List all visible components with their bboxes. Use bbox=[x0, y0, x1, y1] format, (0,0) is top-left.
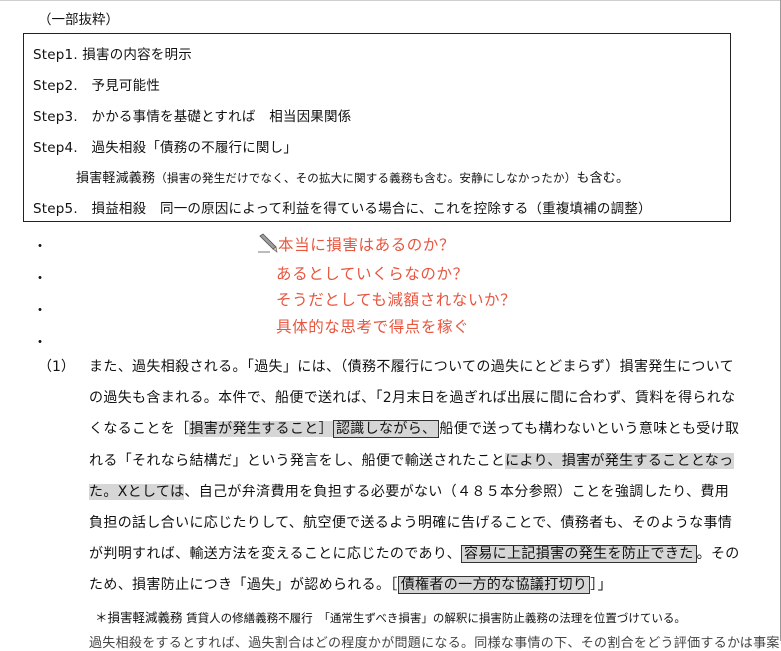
question-4: 具体的な思考で得点を稼ぐ bbox=[276, 318, 470, 336]
highlight-damage-result: により、損害が発生することとなっ bbox=[505, 453, 734, 469]
para-line-8: ため、損害防止につき「過失」が認められる。［ 債権者の一方的な協議打切り ］」 bbox=[89, 574, 612, 594]
boxed-unilateral-termination: 債権者の一方的な協議打切り bbox=[397, 576, 591, 594]
question-2: あるとしていくらなのか？ bbox=[276, 265, 469, 283]
footnote-label: ＊損害軽減義務 bbox=[95, 610, 183, 625]
boxed-recognition: 認識しながら、 bbox=[332, 420, 440, 438]
para-line-7: が判明すれば、輸送方法を変えることに応じたのであり、 容易に上記損害の発生を防止で… bbox=[89, 543, 740, 563]
step-2: Step2. 予見可能性 bbox=[33, 78, 161, 94]
para-line-8a: ため、損害防止につき「過失」が認められる。［ bbox=[89, 577, 398, 593]
para-line-8c: ］」 bbox=[590, 577, 612, 593]
para-line-2: の過失も含まれる。本件で、船便で送れば、「2月末日を過ぎれば出展に間に合わず、賃… bbox=[89, 390, 736, 406]
para-line-4a: れる「それなら結構だ」という発言をし、船便で輸送されたこと bbox=[89, 453, 506, 469]
step-5: Step5. 損益相殺 同一の原因によって利益を得ている場合に、これを控除する（… bbox=[33, 201, 652, 217]
para-line-6: 負担の話し合いに応じたりして、航空便で送るよう明確に告げることで、債務者も、その… bbox=[89, 515, 733, 531]
para-line-7a: が判明すれば、輸送方法を変えることに応じたのであり、 bbox=[89, 546, 461, 562]
top-border bbox=[0, 0, 781, 1]
para-line-5b: 、自己が弁済費用を負担する必要がない（４８５本分参照）ことを強調したり、費用 bbox=[184, 484, 730, 500]
para-line-3: くなることを［損害が発生すること］ 認識しながら、 船便で送っても構わないという意味… bbox=[89, 418, 739, 438]
cut-off-line: 過失相殺をするとすれば、過失割合はどの程度かが問題になる。同様な事情の下、その割… bbox=[89, 636, 781, 651]
bullet-point: ・ bbox=[33, 271, 47, 287]
footnote: ＊損害軽減義務 賃貸人の修繕義務不履行 「通常生ずべき損害」の解釈に損害防止義務… bbox=[95, 607, 686, 626]
mitigation-duty-paren: （損害の発生だけでなく、その拡大に関する義務も含む。安静にしなかったか） bbox=[155, 171, 577, 185]
highlight-damage-occurs: 損害が発生すること］ bbox=[189, 421, 333, 437]
excerpt-label: （一部抜粋） bbox=[38, 12, 119, 28]
pencil-icon bbox=[258, 233, 278, 253]
mitigation-duty-label: 損害軽減義務 bbox=[76, 171, 156, 186]
para-line-3d: 船便で送っても構わないという意味とも受け取 bbox=[439, 421, 740, 437]
para-line-3a: くなることを［ bbox=[89, 421, 190, 437]
para-line-4: れる「それなら結構だ」という発言をし、船便で輸送されたことにより、損害が発生する… bbox=[89, 450, 734, 470]
para-line-1: また、過失相殺される。「過失」には、（債務不履行についての過失にとどまらず）損害… bbox=[89, 359, 734, 375]
footnote-text: 賃貸人の修繕義務不履行 「通常生ずべき損害」の解釈に損害防止義務の法理を位置づけ… bbox=[182, 611, 686, 625]
question-1: 本当に損害はあるのか？ bbox=[278, 236, 456, 254]
para-line-7c: 。その bbox=[696, 546, 740, 562]
mitigation-duty-tail: も含む。 bbox=[576, 171, 630, 186]
paragraph-number: （1） bbox=[38, 359, 75, 375]
para-line-5: た。Xとしては、自己が弁済費用を負担する必要がない（４８５本分参照）ことを強調し… bbox=[89, 481, 729, 501]
boxed-easily-prevented: 容易に上記損害の発生を防止できた bbox=[460, 545, 697, 563]
bullet-point: ・ bbox=[33, 335, 47, 351]
question-3: そうだとしても減額されないか？ bbox=[276, 291, 517, 309]
bullet-point: ・ bbox=[33, 303, 47, 319]
steps-box: Step1. 損害の内容を明示 Step2. 予見可能性 Step3. かかる事… bbox=[23, 33, 731, 222]
step-4-sub: 損害軽減義務（損害の発生だけでなく、その拡大に関する義務も含む。安静にしなかった… bbox=[76, 167, 629, 186]
document-page: （一部抜粋） Step1. 損害の内容を明示 Step2. 予見可能性 Step… bbox=[0, 0, 781, 651]
step-3: Step3. かかる事情を基礎とすれば 相当因果関係 bbox=[33, 109, 352, 125]
highlight-x-as: た。Xとしては bbox=[89, 484, 185, 500]
step-4: Step4. 過失相殺「債務の不履行に関し」 bbox=[33, 140, 298, 156]
bullet-point: ・ bbox=[33, 239, 47, 255]
step-1: Step1. 損害の内容を明示 bbox=[33, 47, 192, 63]
